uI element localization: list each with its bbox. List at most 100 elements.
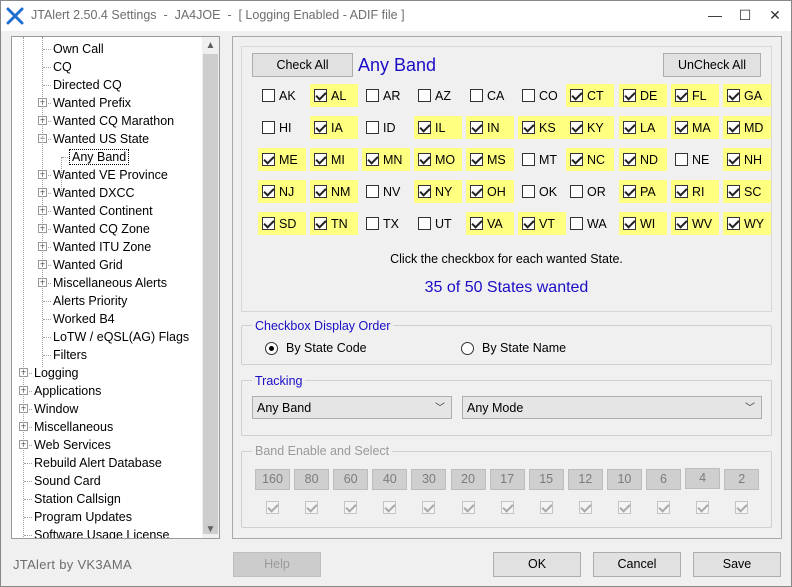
state-checkbox-fl[interactable]: FL <box>671 84 719 107</box>
state-checkbox-ky[interactable]: KY <box>566 116 614 139</box>
state-checkbox-va[interactable]: VA <box>466 212 514 235</box>
help-button[interactable]: Help <box>233 552 321 577</box>
tree-item[interactable]: Directed CQ <box>51 76 124 94</box>
band-enable-checkbox[interactable] <box>735 501 749 514</box>
band-button-60[interactable]: 60 <box>333 469 369 490</box>
state-checkbox-nj[interactable]: NJ <box>258 180 306 203</box>
state-checkbox-mn[interactable]: MN <box>362 148 410 171</box>
tree-item[interactable]: Web Services <box>32 436 113 454</box>
state-checkbox-me[interactable]: ME <box>258 148 306 171</box>
state-checkbox-co[interactable]: CO <box>518 84 566 107</box>
state-checkbox-az[interactable]: AZ <box>414 84 462 107</box>
band-button-10[interactable]: 10 <box>606 469 642 490</box>
state-checkbox-ok[interactable]: OK <box>518 180 566 203</box>
state-checkbox-ms[interactable]: MS <box>466 148 514 171</box>
tree-item[interactable]: Miscellaneous Alerts <box>51 274 169 292</box>
band-button-17[interactable]: 17 <box>489 469 525 490</box>
band-enable-checkbox[interactable] <box>500 501 514 514</box>
band-enable-checkbox[interactable] <box>461 501 475 514</box>
state-checkbox-ks[interactable]: KS <box>518 116 566 139</box>
band-enable-checkbox[interactable] <box>344 501 358 514</box>
state-checkbox-ma[interactable]: MA <box>671 116 719 139</box>
band-button-30[interactable]: 30 <box>411 469 447 490</box>
scroll-down-arrow[interactable]: ▼ <box>202 521 219 538</box>
tree-item[interactable]: Wanted Continent <box>51 202 155 220</box>
tree-item[interactable]: Rebuild Alert Database <box>32 454 164 472</box>
tree-scrollbar[interactable]: ▲ ▼ <box>202 37 219 538</box>
tree-item[interactable]: Worked B4 <box>51 310 117 328</box>
settings-tree[interactable]: ▲ ▼ Own Call CQ Directed CQ + Wanted Prefix +… <box>11 36 220 539</box>
state-checkbox-wv[interactable]: WV <box>671 212 719 235</box>
state-checkbox-ar[interactable]: AR <box>362 84 410 107</box>
state-checkbox-ny[interactable]: NY <box>414 180 462 203</box>
state-checkbox-mi[interactable]: MI <box>310 148 358 171</box>
state-checkbox-tx[interactable]: TX <box>362 212 410 235</box>
band-enable-checkbox[interactable] <box>696 501 710 514</box>
tree-item[interactable]: Wanted CQ Marathon <box>51 112 176 130</box>
by-state-code-radio[interactable]: By State Code <box>265 341 367 355</box>
state-checkbox-mt[interactable]: MT <box>518 148 566 171</box>
tree-item[interactable]: Wanted VE Province <box>51 166 170 184</box>
state-checkbox-tn[interactable]: TN <box>310 212 358 235</box>
tree-item[interactable]: Alerts Priority <box>51 292 129 310</box>
band-enable-checkbox[interactable] <box>383 501 397 514</box>
state-checkbox-ak[interactable]: AK <box>258 84 306 107</box>
band-button-160[interactable]: 160 <box>255 469 290 490</box>
tree-item[interactable]: Any Band <box>68 148 130 166</box>
band-enable-checkbox[interactable] <box>305 501 319 514</box>
state-checkbox-sd[interactable]: SD <box>258 212 306 235</box>
band-button-6[interactable]: 6 <box>646 469 681 490</box>
state-checkbox-al[interactable]: AL <box>310 84 358 107</box>
save-button[interactable]: Save <box>693 552 781 577</box>
state-checkbox-nc[interactable]: NC <box>566 148 614 171</box>
state-checkbox-nv[interactable]: NV <box>362 180 410 203</box>
state-checkbox-oh[interactable]: OH <box>466 180 514 203</box>
band-enable-checkbox[interactable] <box>539 501 553 514</box>
tree-item[interactable]: LoTW / eQSL(AG) Flags <box>51 328 191 346</box>
state-checkbox-nm[interactable]: NM <box>310 180 358 203</box>
band-button-12[interactable]: 12 <box>567 469 603 490</box>
state-checkbox-wa[interactable]: WA <box>566 212 614 235</box>
by-state-name-radio[interactable]: By State Name <box>461 341 566 355</box>
state-checkbox-vt[interactable]: VT <box>518 212 566 235</box>
band-enable-checkbox[interactable] <box>578 501 592 514</box>
state-checkbox-in[interactable]: IN <box>466 116 514 139</box>
band-enable-checkbox[interactable] <box>422 501 436 514</box>
state-checkbox-mo[interactable]: MO <box>414 148 462 171</box>
band-button-40[interactable]: 40 <box>372 469 408 490</box>
tree-item[interactable]: Wanted ITU Zone <box>51 238 153 256</box>
tree-item[interactable]: Wanted US State <box>51 130 151 148</box>
state-checkbox-wy[interactable]: WY <box>723 212 771 235</box>
state-checkbox-wi[interactable]: WI <box>619 212 667 235</box>
band-button-2[interactable]: 2 <box>724 469 760 490</box>
tree-item[interactable]: Window <box>32 400 80 418</box>
state-checkbox-ga[interactable]: GA <box>723 84 771 107</box>
tree-item[interactable]: Miscellaneous <box>32 418 115 436</box>
band-button-80[interactable]: 80 <box>294 469 330 490</box>
ok-button[interactable]: OK <box>493 552 581 577</box>
band-enable-checkbox[interactable] <box>657 501 670 514</box>
tree-item[interactable]: Wanted DXCC <box>51 184 137 202</box>
tree-item[interactable]: Logging <box>32 364 81 382</box>
state-checkbox-il[interactable]: IL <box>414 116 462 139</box>
tree-item[interactable]: Program Updates <box>32 508 134 526</box>
band-button-4[interactable]: 4 <box>685 468 721 489</box>
tree-item[interactable]: Wanted Prefix <box>51 94 133 112</box>
tree-item[interactable]: Wanted Grid <box>51 256 125 274</box>
band-button-15[interactable]: 15 <box>528 469 564 490</box>
maximize-button[interactable]: ☐ <box>730 1 760 29</box>
tree-item[interactable]: Filters <box>51 346 89 364</box>
state-checkbox-md[interactable]: MD <box>723 116 771 139</box>
state-checkbox-id[interactable]: ID <box>362 116 410 139</box>
scroll-thumb[interactable] <box>203 54 218 534</box>
state-checkbox-hi[interactable]: HI <box>258 116 306 139</box>
tree-item[interactable]: Wanted CQ Zone <box>51 220 152 238</box>
state-checkbox-pa[interactable]: PA <box>619 180 667 203</box>
state-checkbox-nh[interactable]: NH <box>723 148 771 171</box>
state-checkbox-nd[interactable]: ND <box>619 148 667 171</box>
band-button-20[interactable]: 20 <box>450 469 486 490</box>
scroll-up-arrow[interactable]: ▲ <box>202 37 219 54</box>
tree-item[interactable]: Station Callsign <box>32 490 123 508</box>
state-checkbox-ne[interactable]: NE <box>671 148 719 171</box>
tracking-mode-select[interactable]: Any Mode ﹀ <box>462 396 762 419</box>
